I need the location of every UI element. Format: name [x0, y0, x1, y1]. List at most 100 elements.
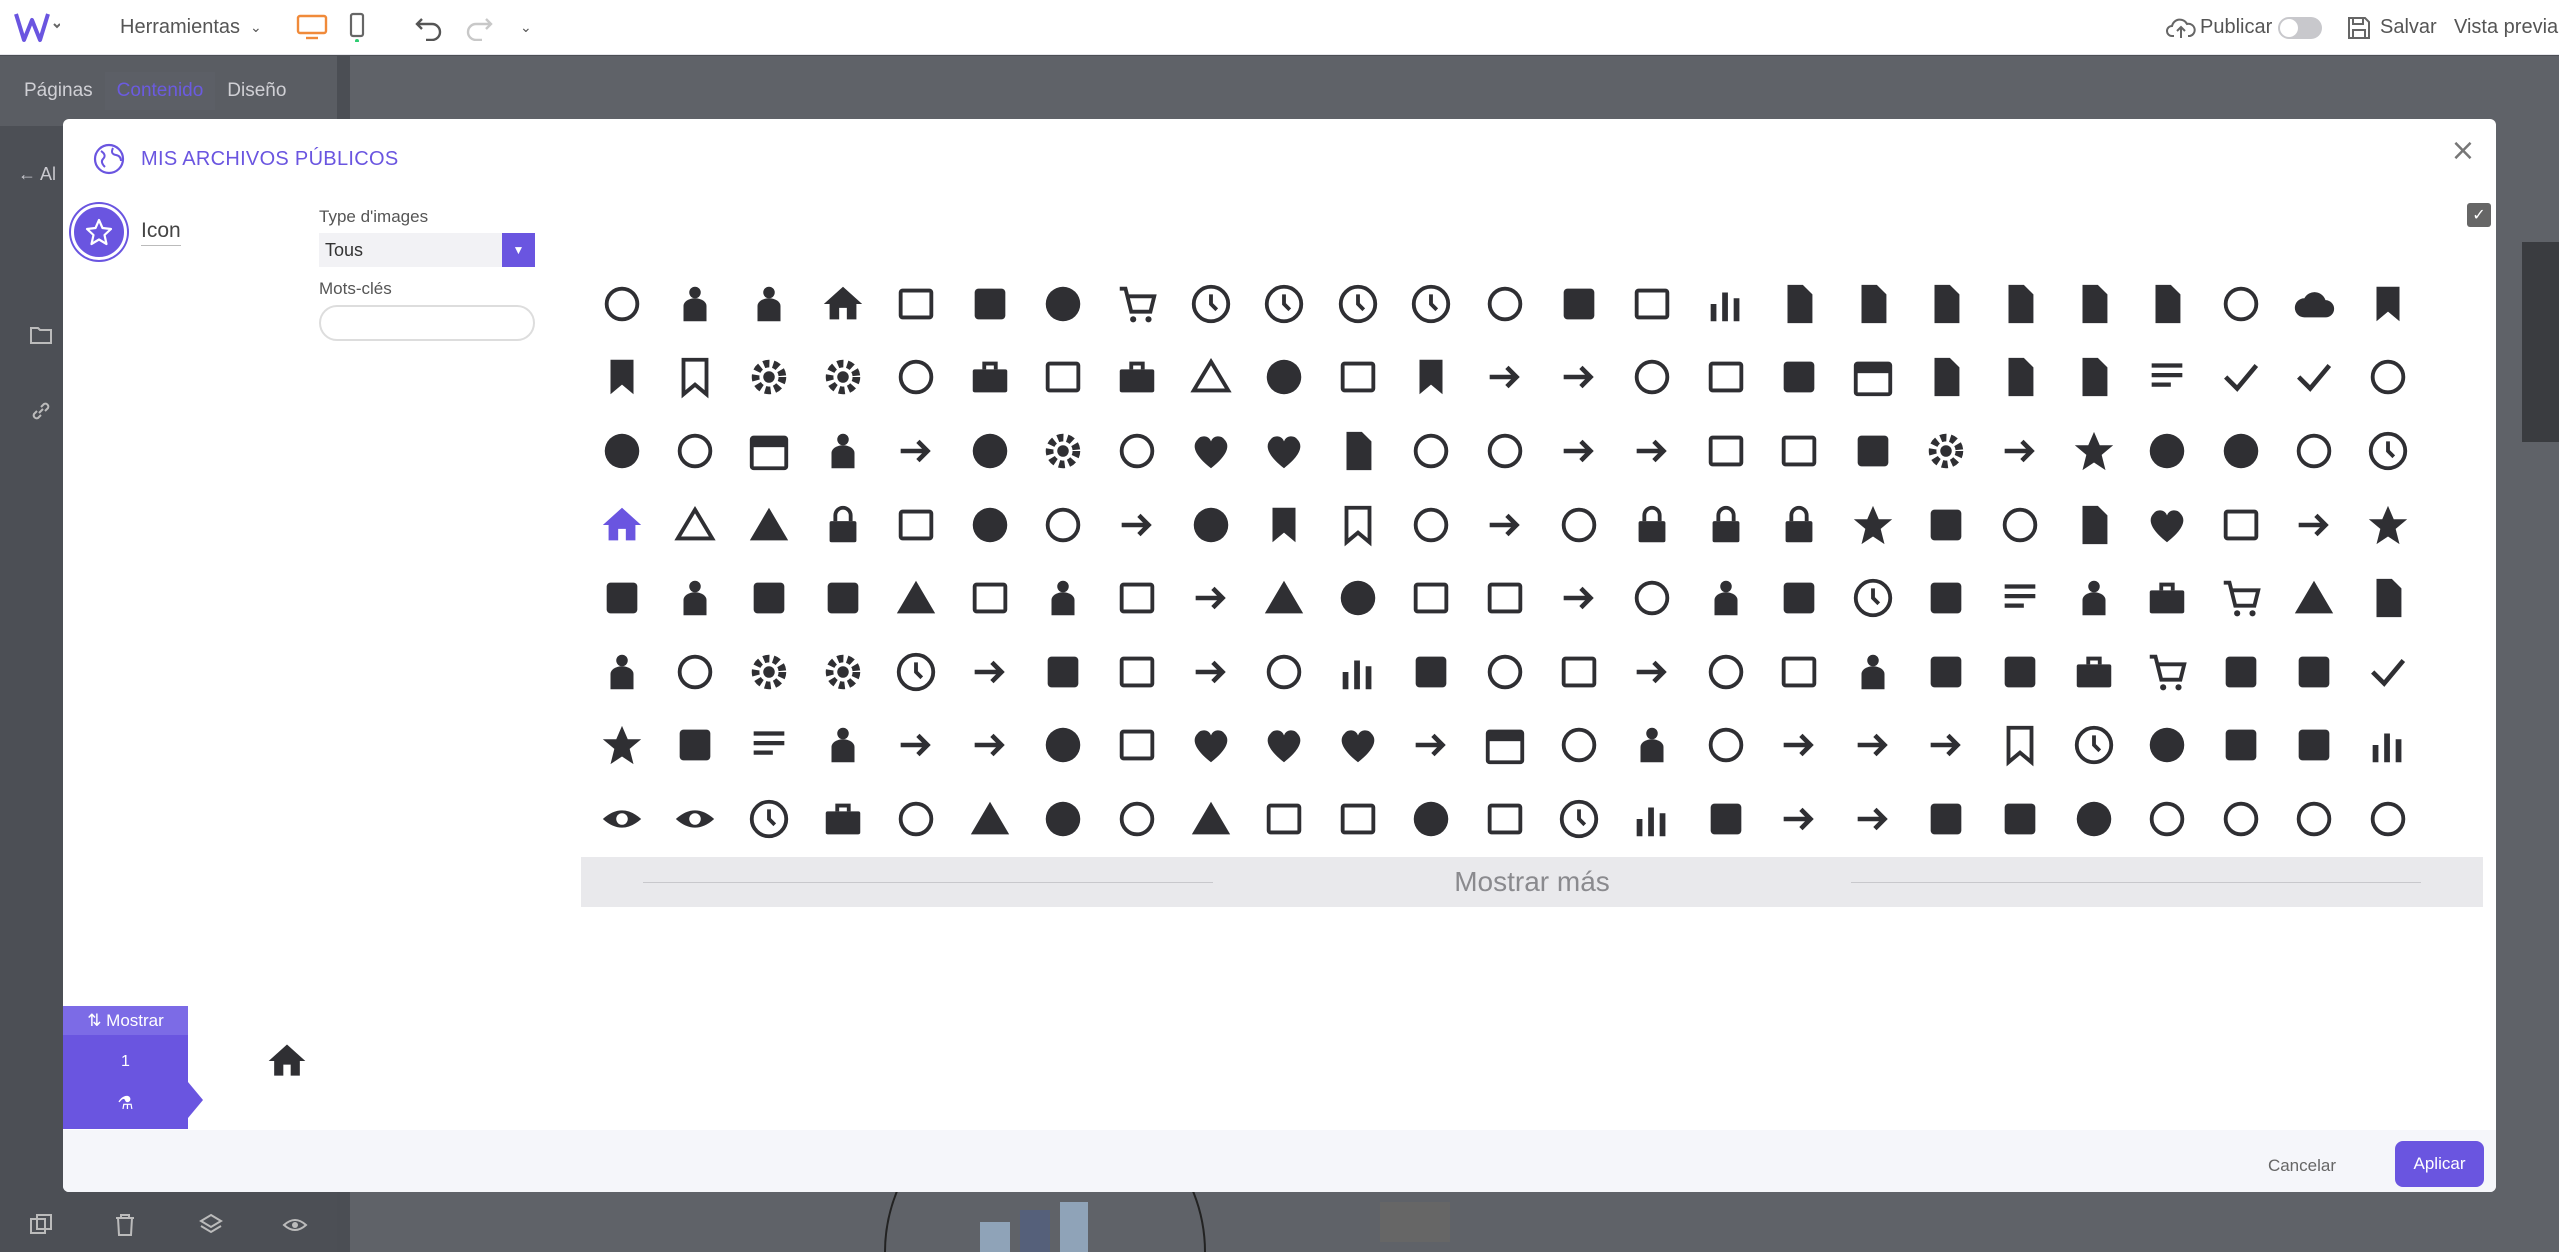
info-outline-icon[interactable] — [1027, 488, 1101, 562]
description-icon[interactable] — [2057, 341, 2131, 415]
subject-icon[interactable] — [732, 709, 806, 783]
input-icon[interactable] — [1100, 488, 1174, 562]
preview-button[interactable]: Vista previa — [2454, 0, 2558, 55]
trending-up-icon[interactable] — [1910, 709, 1984, 783]
explicit-icon[interactable] — [1689, 782, 1763, 856]
open-in-new-icon[interactable] — [2278, 488, 2352, 562]
code-icon[interactable] — [1468, 341, 1542, 415]
duplicate-icon[interactable] — [28, 1212, 54, 1238]
flip-to-back-icon[interactable] — [1689, 414, 1763, 488]
thumb-up-icon[interactable] — [1247, 709, 1321, 783]
alarm-icon[interactable] — [1174, 267, 1248, 341]
undo-icon[interactable] — [414, 13, 444, 41]
highlight-off-icon[interactable] — [2278, 414, 2352, 488]
forward-10-icon[interactable] — [2130, 782, 2204, 856]
all-out-icon[interactable] — [1468, 267, 1542, 341]
settings-icon[interactable] — [732, 635, 806, 709]
mobile-view-icon[interactable] — [348, 12, 366, 42]
record-voice-over-icon[interactable] — [2057, 561, 2131, 635]
credit-card-icon[interactable] — [1689, 341, 1763, 415]
settings-cell-icon[interactable] — [1100, 635, 1174, 709]
perm-identity-icon[interactable] — [1027, 561, 1101, 635]
update-icon[interactable] — [2057, 709, 2131, 783]
assignment-icon[interactable] — [1763, 267, 1837, 341]
perm-contact-calendar-icon[interactable] — [806, 561, 880, 635]
turned-in-not-icon[interactable] — [1983, 709, 2057, 783]
assignment-returned-icon[interactable] — [2057, 267, 2131, 341]
forward-5-icon[interactable] — [2278, 782, 2352, 856]
announcement-icon[interactable] — [1542, 267, 1616, 341]
label-icon[interactable] — [1247, 488, 1321, 562]
save-button[interactable]: Salvar — [2346, 0, 2437, 55]
help-icon[interactable] — [2204, 414, 2278, 488]
done-icon[interactable] — [2204, 341, 2278, 415]
event-icon[interactable] — [732, 414, 806, 488]
redo-icon[interactable] — [464, 13, 494, 41]
group-work-icon[interactable] — [2130, 414, 2204, 488]
launch-icon[interactable] — [1468, 488, 1542, 562]
add-to-queue-icon[interactable] — [1247, 782, 1321, 856]
settings-input-hdmi-icon[interactable] — [1395, 635, 1469, 709]
settings-input-antenna-icon[interactable] — [1247, 635, 1321, 709]
loyalty-icon[interactable] — [1836, 488, 1910, 562]
fiber-new-icon[interactable] — [1910, 782, 1984, 856]
settings-phone-icon[interactable] — [1615, 635, 1689, 709]
wix-logo-icon[interactable] — [14, 10, 60, 44]
bug-report-icon[interactable] — [732, 341, 806, 415]
category-icon-tab[interactable]: Icon — [71, 204, 181, 260]
accessibility-icon[interactable] — [659, 267, 733, 341]
autorenew-icon[interactable] — [2204, 267, 2278, 341]
history-icon[interactable] — [2351, 414, 2425, 488]
alarm-add-icon[interactable] — [1247, 267, 1321, 341]
assignment-turned-in-icon[interactable] — [2130, 267, 2204, 341]
get-app-icon[interactable] — [1983, 414, 2057, 488]
perm-device-information-icon[interactable] — [953, 561, 1027, 635]
settings-remote-icon[interactable] — [1763, 635, 1837, 709]
book-icon[interactable] — [2351, 267, 2425, 341]
link-icon[interactable] — [28, 398, 54, 424]
check-circle-icon[interactable] — [1247, 341, 1321, 415]
settings-brightness-icon[interactable] — [1027, 635, 1101, 709]
lock-outline-icon[interactable] — [1763, 488, 1837, 562]
supervisor-account-icon[interactable] — [806, 709, 880, 783]
view-module-icon[interactable] — [2278, 709, 2352, 783]
youtube-searched-for-icon[interactable] — [879, 782, 953, 856]
tab-design[interactable]: Diseño — [215, 72, 298, 110]
view-array-icon[interactable] — [2204, 709, 2278, 783]
lock-icon[interactable] — [1615, 488, 1689, 562]
assessment-icon[interactable] — [1689, 267, 1763, 341]
euro-symbol-icon[interactable] — [659, 414, 733, 488]
play-for-work-icon[interactable] — [1542, 561, 1616, 635]
settings-voice-icon[interactable] — [1836, 635, 1910, 709]
store-icon[interactable] — [659, 709, 733, 783]
watch-later-icon[interactable] — [732, 782, 806, 856]
invert-colors-icon[interactable] — [1174, 488, 1248, 562]
warning-icon[interactable] — [1174, 782, 1248, 856]
account-circle-icon[interactable] — [1027, 267, 1101, 341]
settings-power-icon[interactable] — [1689, 635, 1763, 709]
error-outline-icon[interactable] — [1100, 782, 1174, 856]
visibility-icon[interactable] — [585, 782, 659, 856]
track-changes-icon[interactable] — [1689, 709, 1763, 783]
trending-flat-icon[interactable] — [1836, 709, 1910, 783]
av-timer-icon[interactable] — [1542, 782, 1616, 856]
publish-toggle[interactable] — [2278, 16, 2323, 39]
assignment-ind-icon[interactable] — [1836, 267, 1910, 341]
redeem-icon[interactable] — [953, 341, 1027, 415]
restore-page-icon[interactable] — [2351, 561, 2425, 635]
type-select[interactable]: Tous ▼ — [319, 233, 535, 267]
settings-input-component-icon[interactable] — [1321, 635, 1395, 709]
perm-data-setting-icon[interactable] — [879, 561, 953, 635]
perm-media-icon[interactable] — [1100, 561, 1174, 635]
class-icon[interactable] — [1395, 341, 1469, 415]
folder-icon[interactable] — [28, 322, 54, 348]
swap-horiz-icon[interactable] — [879, 709, 953, 783]
shop-icon[interactable] — [1910, 635, 1984, 709]
toll-icon[interactable] — [1542, 709, 1616, 783]
hourglass-empty-icon[interactable] — [659, 488, 733, 562]
opacity-icon[interactable] — [2130, 488, 2204, 562]
swap-vertical-circle-icon[interactable] — [1027, 709, 1101, 783]
tab-pages[interactable]: Páginas — [12, 72, 105, 110]
g-translate-icon[interactable] — [1836, 414, 1910, 488]
error-icon[interactable] — [1027, 782, 1101, 856]
